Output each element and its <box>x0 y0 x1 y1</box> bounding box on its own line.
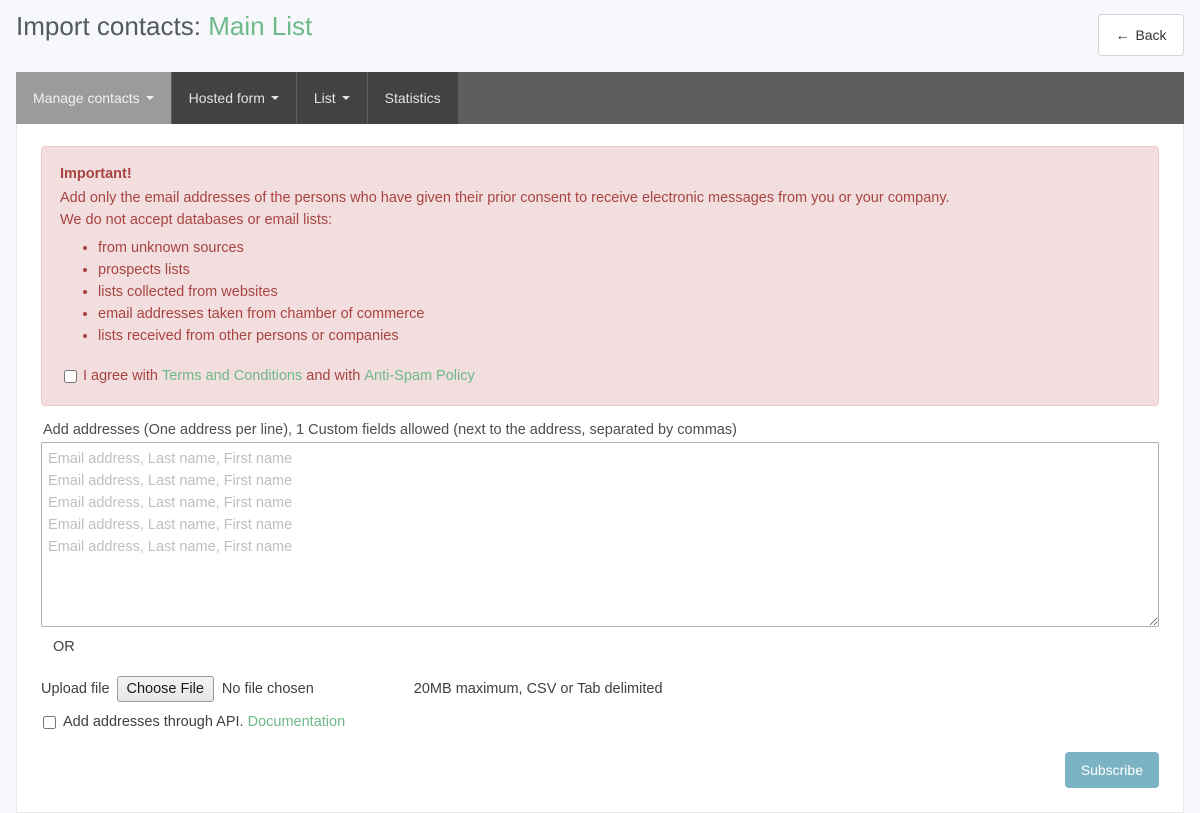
tab-manage-contacts[interactable]: Manage contacts <box>16 72 172 124</box>
arrow-left-icon: ← <box>1115 28 1129 42</box>
page-title: Import contacts: Main List <box>16 11 312 42</box>
submit-row: Subscribe <box>41 752 1159 788</box>
back-button[interactable]: ← Back <box>1098 14 1184 56</box>
tab-manage-contacts-label: Manage contacts <box>33 90 140 106</box>
tab-statistics-label: Statistics <box>385 90 441 106</box>
tab-hosted-form[interactable]: Hosted form <box>172 72 297 124</box>
agree-middle-label: and with <box>306 365 360 387</box>
subscribe-button[interactable]: Subscribe <box>1065 752 1159 788</box>
page-header: Import contacts: Main List ← Back <box>0 0 1200 72</box>
api-documentation-link[interactable]: Documentation <box>248 714 346 730</box>
navigation-tabs: Manage contacts Hosted form List Statist… <box>16 72 1184 124</box>
upload-hint-label: 20MB maximum, CSV or Tab delimited <box>414 681 663 697</box>
tab-statistics[interactable]: Statistics <box>368 72 459 124</box>
anti-spam-policy-link[interactable]: Anti-Spam Policy <box>364 365 474 387</box>
api-checkbox[interactable] <box>43 716 56 729</box>
addresses-field-label: Add addresses (One address per line), 1 … <box>43 422 1159 438</box>
agree-prefix-label: I agree with <box>83 365 158 387</box>
no-file-chosen-label: No file chosen <box>222 681 314 697</box>
tab-list[interactable]: List <box>297 72 368 124</box>
chevron-down-icon <box>342 96 350 100</box>
or-separator: OR <box>53 639 1159 655</box>
page-title-prefix: Import contacts: <box>16 11 201 41</box>
import-contacts-panel: Important! Add only the email addresses … <box>16 124 1184 813</box>
back-button-label: Back <box>1135 27 1166 43</box>
api-row: Add addresses through API. Documentation <box>41 714 1159 730</box>
upload-file-row: Upload file Choose File No file chosen 2… <box>41 676 1159 702</box>
chevron-down-icon <box>146 96 154 100</box>
file-input[interactable]: Choose File No file chosen <box>117 676 314 702</box>
important-alert: Important! Add only the email addresses … <box>41 146 1159 406</box>
list-item: prospects lists <box>98 259 1140 281</box>
agreement-row: I agree with Terms and Conditions and wi… <box>60 365 1140 387</box>
addresses-input[interactable] <box>41 442 1159 627</box>
chevron-down-icon <box>271 96 279 100</box>
tab-hosted-form-label: Hosted form <box>189 90 265 106</box>
rejected-sources-list: from unknown sources prospects lists lis… <box>60 237 1140 347</box>
list-item: from unknown sources <box>98 237 1140 259</box>
page-title-list-name: Main List <box>208 11 312 41</box>
upload-file-label: Upload file <box>41 681 110 697</box>
agree-terms-checkbox[interactable] <box>64 370 77 383</box>
alert-title: Important! <box>60 163 1140 185</box>
list-item: lists received from other persons or com… <box>98 325 1140 347</box>
terms-and-conditions-link[interactable]: Terms and Conditions <box>162 365 302 387</box>
list-item: lists collected from websites <box>98 281 1140 303</box>
api-label: Add addresses through API. <box>63 714 244 730</box>
alert-consent-text: Add only the email addresses of the pers… <box>60 187 1140 209</box>
alert-reject-text: We do not accept databases or email list… <box>60 209 1140 231</box>
list-item: email addresses taken from chamber of co… <box>98 303 1140 325</box>
tab-list-label: List <box>314 90 336 106</box>
choose-file-button[interactable]: Choose File <box>117 676 214 702</box>
